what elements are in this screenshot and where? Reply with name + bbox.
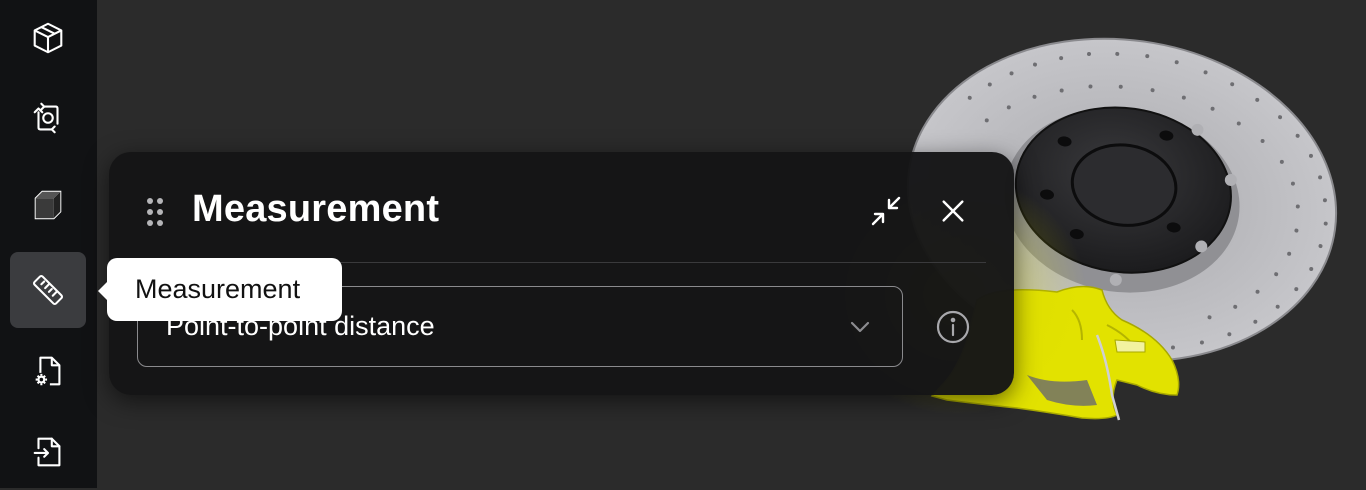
close-button[interactable] <box>931 189 975 233</box>
sidebar-item-measurement[interactable] <box>10 252 86 328</box>
info-icon <box>936 310 970 344</box>
cube-outline-icon <box>33 22 63 54</box>
collapse-button[interactable] <box>864 189 908 233</box>
measurement-tooltip: Measurement <box>98 258 342 321</box>
file-export-icon <box>33 437 61 467</box>
sidebar-item-model[interactable] <box>10 0 86 76</box>
ruler-icon <box>32 274 64 306</box>
collapse-icon <box>871 196 901 226</box>
chevron-down-icon <box>850 321 870 333</box>
panel-title: Measurement <box>192 188 440 230</box>
close-icon <box>942 200 964 222</box>
solid-cube-icon <box>34 190 62 220</box>
sidebar-item-export[interactable] <box>10 414 86 490</box>
info-button[interactable] <box>931 305 975 349</box>
file-settings-icon <box>35 356 61 386</box>
drag-handle-icon[interactable] <box>145 196 165 228</box>
sidebar-item-views[interactable] <box>10 80 86 156</box>
sidebar <box>0 0 97 488</box>
sidebar-item-solid[interactable] <box>10 167 86 243</box>
rotate-view-icon <box>33 102 59 134</box>
sidebar-item-file-settings[interactable] <box>10 333 86 409</box>
tooltip-label: Measurement <box>135 274 301 304</box>
